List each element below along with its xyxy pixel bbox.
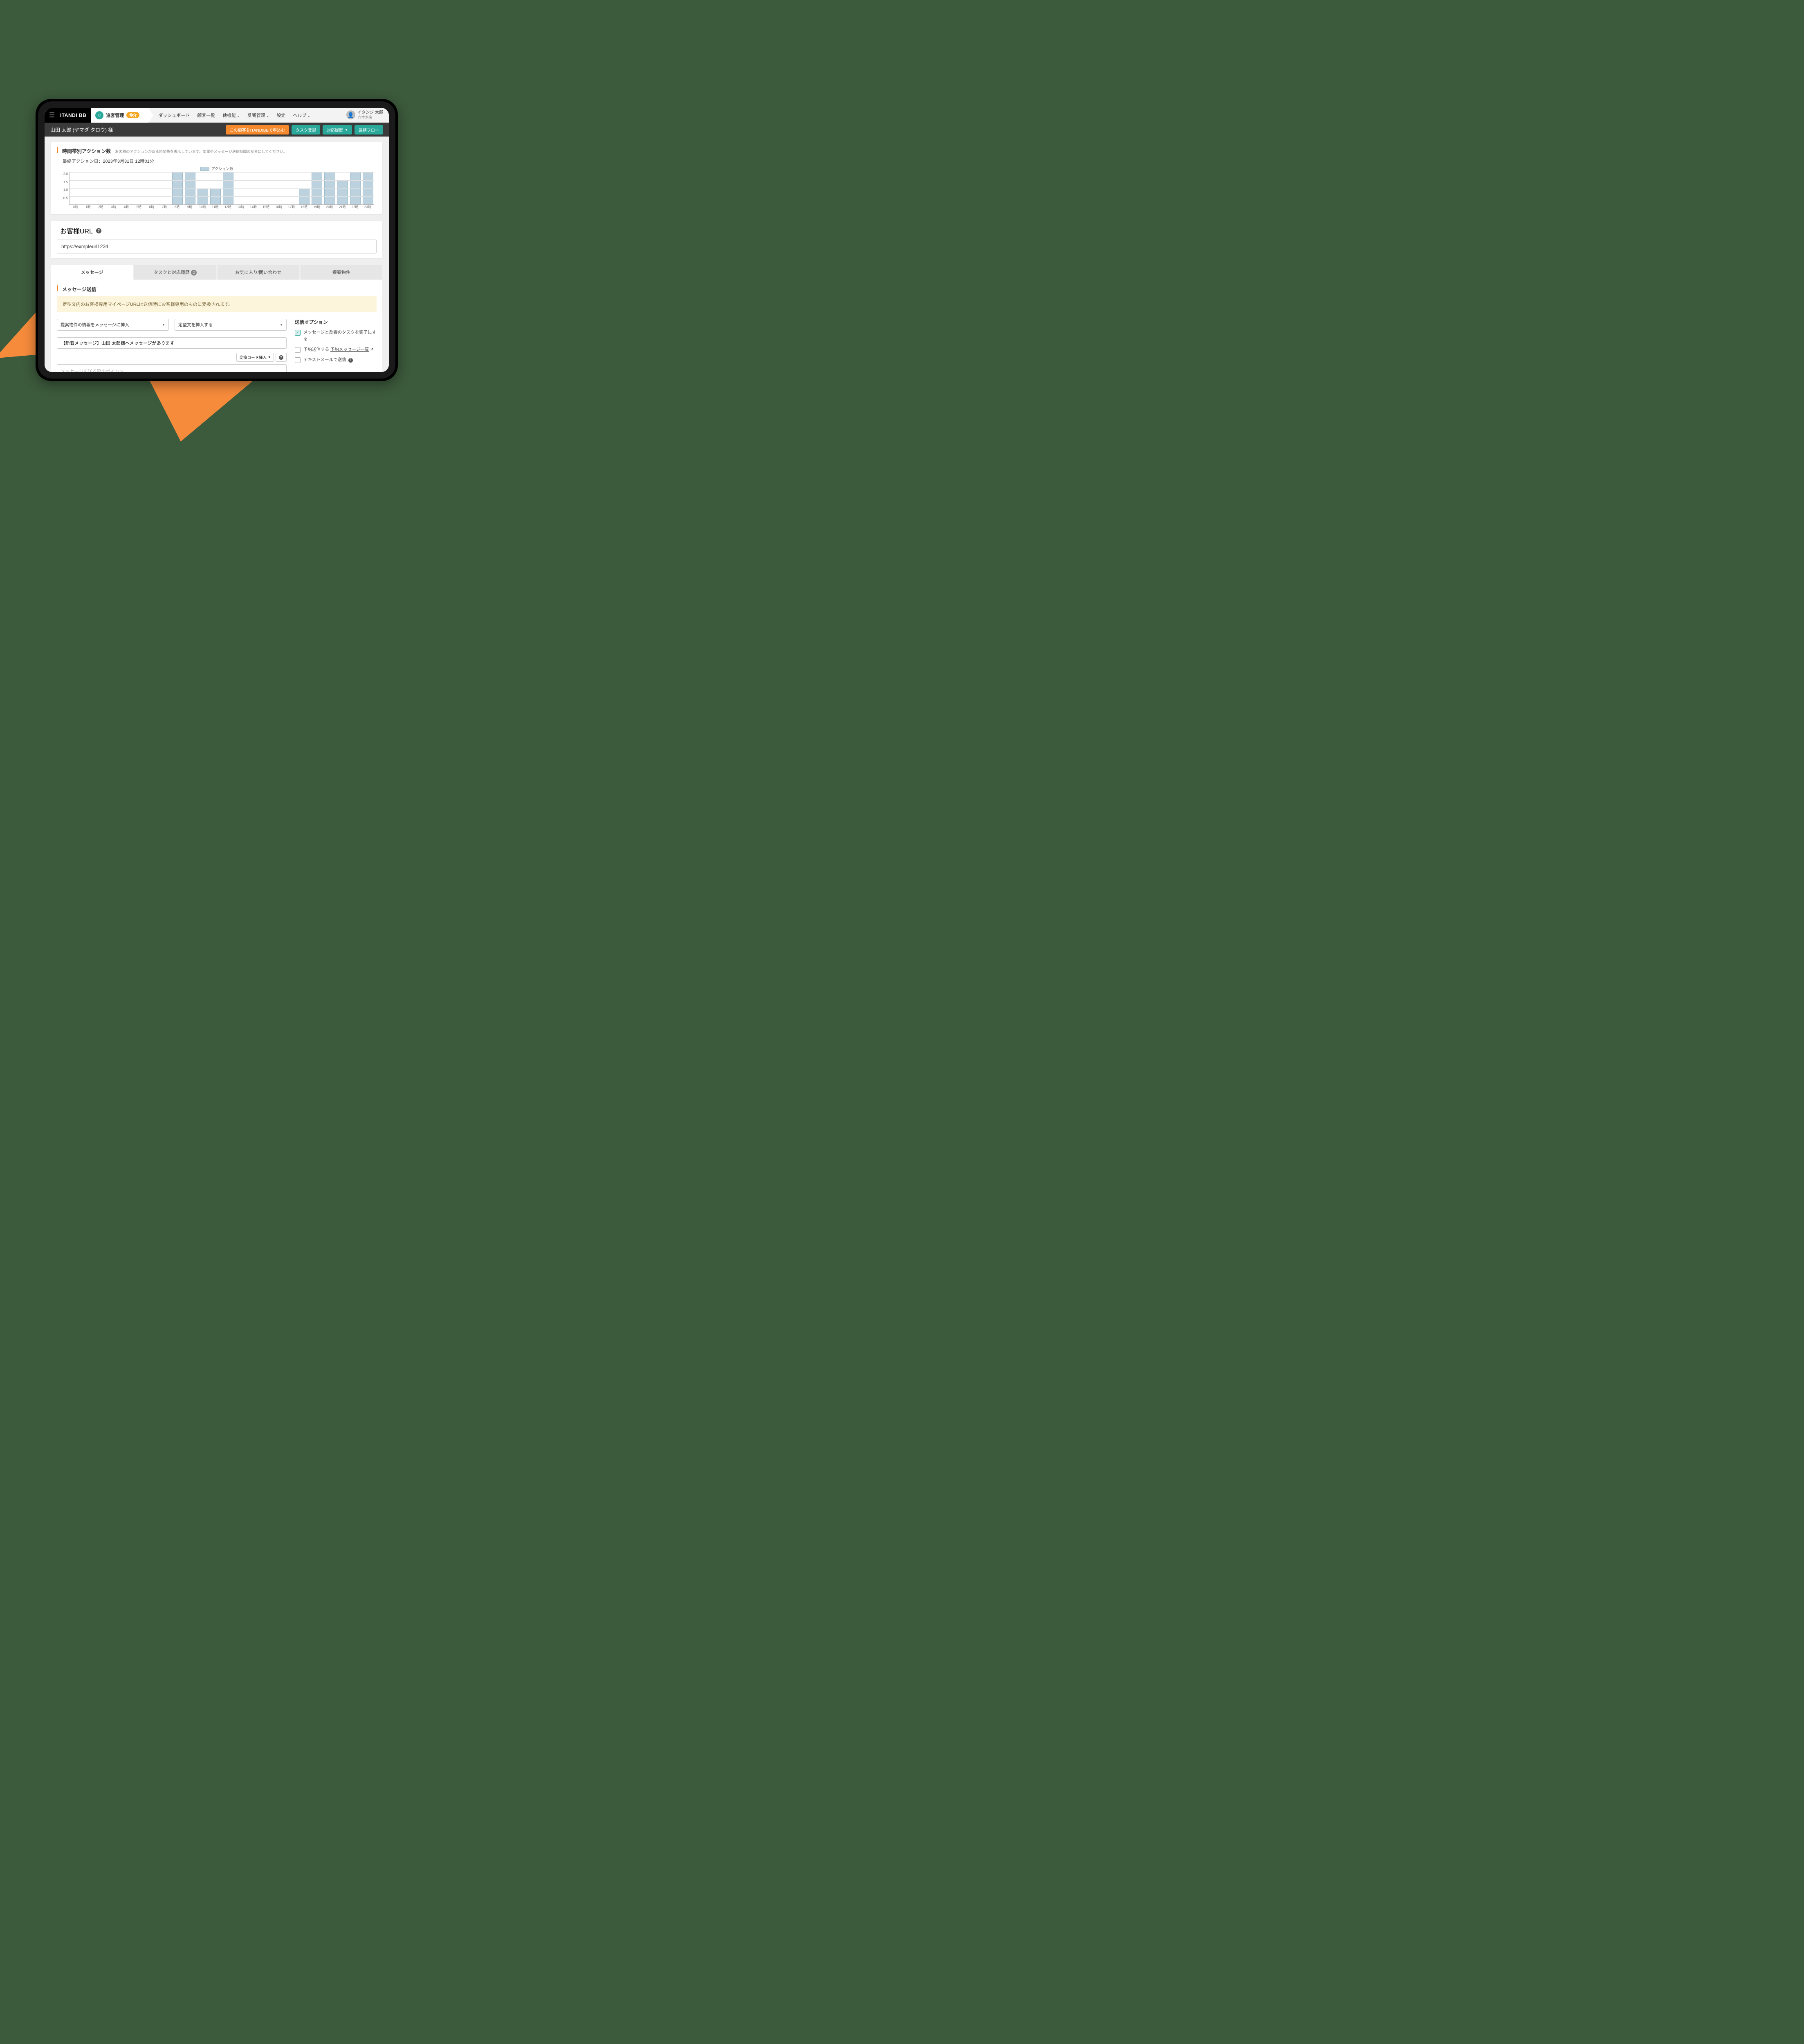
chevron-down-icon: ▼ [280,323,283,327]
chevron-down-icon: ⌄ [307,114,310,118]
task-register-button[interactable]: タスク登録 [292,125,320,134]
customer-url-input[interactable] [57,240,377,253]
complete-task-checkbox[interactable]: ✓ [295,330,301,336]
chevron-down-icon: ⌄ [237,114,240,118]
notice-banner: 定型文内のお客様専用マイページURLは送信時にお客様専用のものに変換されます。 [57,296,377,312]
option-label: 予約送信する 予約メッセージ一覧 ↗ [303,347,374,353]
section-subtitle: お客様のアクションがある時間帯を表示しています。架電やメッセージ送信時間の参考に… [115,149,287,154]
nav-item-0[interactable]: ダッシュボード [158,112,190,119]
last-action-date: 最終アクション日：2023年3月31日 12時01分 [63,158,377,164]
history-button[interactable]: 対応履歴▼ [323,125,352,134]
send-options-title: 送信オプション [295,319,377,325]
content-area: 時間帯別アクション数 お客様のアクションがある時間帯を表示しています。架電やメッ… [45,137,389,372]
workflow-button[interactable]: 業務フロー [355,125,383,134]
section-accent [57,147,58,153]
actions-chart-card: 時間帯別アクション数 お客様のアクションがある時間帯を表示しています。架電やメッ… [51,142,382,214]
nav-item-1[interactable]: 顧客一覧 [197,112,215,119]
message-body-input[interactable]: メッセージを送る際のポイント [57,364,287,372]
section-accent [57,285,58,291]
message-panel: メッセージ送信 定型文内のお客様専用マイページURLは送信時にお客様専用のものに… [51,280,382,372]
detail-tabs: メッセージタスクと対応履歴2お気に入り/問い合わせ提案物件 [51,265,382,280]
section-title: お客様URL [60,226,93,235]
tab-badge: 2 [191,270,197,276]
scheduled-list-link[interactable]: 予約メッセージ一覧 [330,347,369,352]
app-switcher[interactable]: ☺ 追客管理 仲介 [91,108,148,123]
legend-swatch [200,167,209,171]
tab-0[interactable]: メッセージ [51,265,133,280]
customer-name: 山田 太郎 (ヤマダ タロウ) 様 [50,126,223,133]
apply-button[interactable]: この顧客をITANDIBBで申込む [226,125,289,134]
chart-legend: アクション数 [59,166,374,171]
chevron-down-icon: ▼ [268,356,271,359]
nav-item-2[interactable]: 他機能⌄ [222,112,240,119]
avatar-icon: 👤 [346,110,355,119]
chart-yaxis: 2.01.51.00.5 [59,172,69,205]
help-button[interactable]: ? [276,353,287,362]
user-name: イタンジ 太郎 [358,110,383,115]
tab-2[interactable]: お気に入り/問い合わせ [218,265,299,280]
nav-item-3[interactable]: 反響管理⌄ [247,112,269,119]
tablet-frame: ☰ ITANDI BB ☺ 追客管理 仲介 ダッシュボード顧客一覧他機能⌄ 反響管… [36,99,398,381]
app-name: 追客管理 [106,112,124,119]
help-icon[interactable]: ? [96,228,101,233]
subject-input[interactable] [57,337,287,349]
help-icon: ? [279,355,283,360]
app-badge: 仲介 [126,112,139,118]
insert-template-select[interactable]: 定型文を挿入する ▼ [175,319,287,331]
nav-item-4[interactable]: 設定 [276,112,285,119]
tab-3[interactable]: 提案物件 [301,265,382,280]
scheduled-send-checkbox[interactable] [295,347,301,353]
insert-property-select[interactable]: 提案物件の情報をメッセージに挿入 ▼ [57,319,169,331]
insert-code-button[interactable]: 変換コード挿入 ▼ [236,353,274,362]
logo[interactable]: ITANDI BB [59,108,91,123]
chevron-down-icon: ⌄ [266,114,269,118]
option-label: メッセージと反響のタスクを完了にする [303,329,377,343]
user-store: 六本木店 [358,115,383,120]
menu-icon[interactable]: ☰ [45,108,59,123]
tab-1[interactable]: タスクと対応履歴2 [134,265,216,280]
section-title: 時間帯別アクション数 [62,148,111,155]
nav-item-5[interactable]: ヘルプ⌄ [293,112,310,119]
chevron-down-icon: ▼ [345,128,348,132]
user-menu[interactable]: 👤 イタンジ 太郎 六本木店 [341,110,389,120]
text-mail-checkbox[interactable] [295,357,301,363]
chevron-down-icon: ▼ [162,323,165,327]
external-link-icon: ↗ [370,347,373,352]
chart-plot [69,172,374,205]
option-label: テキストメールで送信 ? [303,357,353,363]
section-title: メッセージ送信 [62,286,96,293]
screen: ☰ ITANDI BB ☺ 追客管理 仲介 ダッシュボード顧客一覧他機能⌄ 反響管… [45,108,389,372]
app-icon: ☺ [95,111,103,119]
customer-url-card: お客様URL ? [51,221,382,258]
help-icon[interactable]: ? [348,358,353,363]
chart-xaxis: 0時1時2時3時4時5時6時7時8時9時10時11時12時13時14時15時16… [69,205,374,209]
customer-header: 山田 太郎 (ヤマダ タロウ) 様 この顧客をITANDIBBで申込む タスク登… [45,123,389,137]
top-nav: ☰ ITANDI BB ☺ 追客管理 仲介 ダッシュボード顧客一覧他機能⌄ 反響管… [45,108,389,123]
